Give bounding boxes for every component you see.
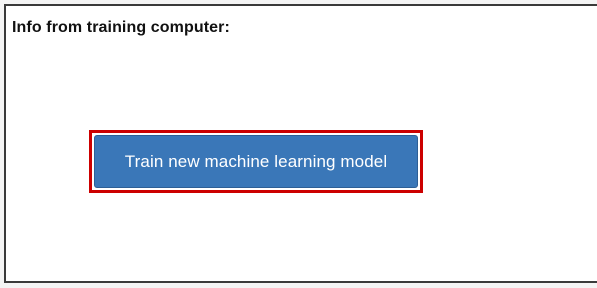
panel-title: Info from training computer:	[12, 19, 230, 36]
train-model-button[interactable]: Train new machine learning model	[94, 135, 418, 188]
